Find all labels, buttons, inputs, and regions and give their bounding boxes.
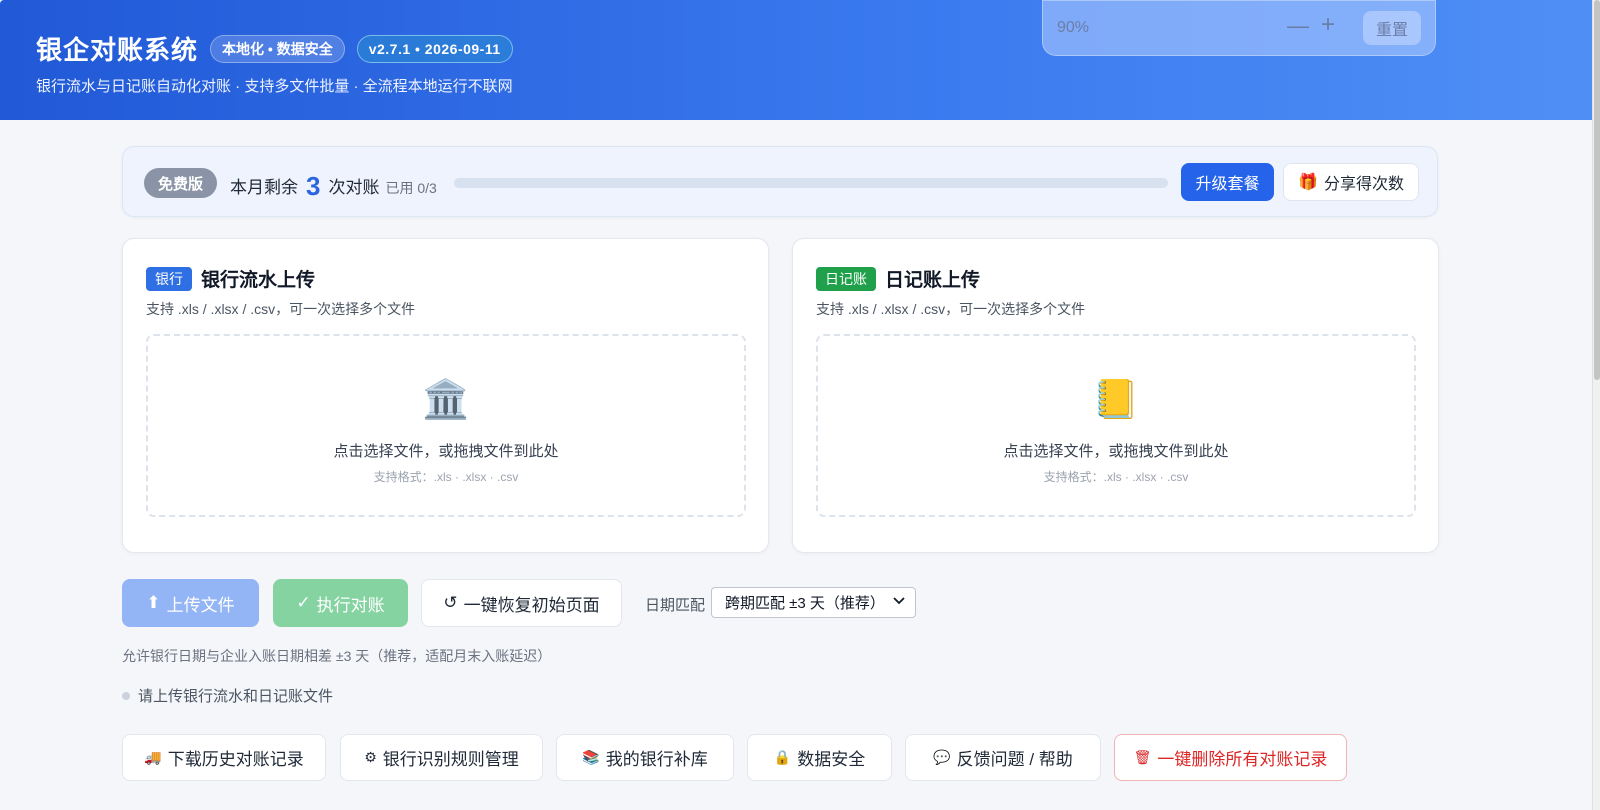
upgrade-plan-button[interactable]: 升级套餐 [1181, 163, 1274, 201]
bank-drop-text: 点击选择文件，或拖拽文件到此处 [333, 443, 559, 460]
journal-upload-card: 日记账 日记账上传 支持 .xls / .xlsx / .csv，可一次选择多个… [792, 238, 1439, 553]
speech-bubble-icon: 💬 [933, 749, 951, 765]
page-scrollbar[interactable] [1592, 0, 1600, 810]
bank-card-title: 银行流水上传 [201, 270, 316, 291]
zoom-level: 90% [1057, 19, 1090, 36]
upload-files-button[interactable]: ⬆ 上传文件 [122, 579, 259, 627]
date-match-selected: 跨期匹配 ±3 天（推荐） [725, 595, 885, 612]
title-row: 银企对账系统 本地化 • 数据安全 v2.7.1 • 2026-09-11 [36, 30, 513, 67]
share-for-credits-button[interactable]: 🎁 分享得次数 [1283, 163, 1419, 201]
bank-dropzone[interactable]: 🏛️ 点击选择文件，或拖拽文件到此处 支持格式：.xls · .xlsx · .… [146, 334, 746, 517]
plan-badge: 免费版 [144, 168, 218, 198]
refresh-icon: ↺ [443, 593, 458, 612]
bank-tag: 银行 [146, 266, 192, 291]
check-icon: ✓ [296, 593, 311, 612]
status-dot [122, 691, 130, 700]
version-badge: v2.7.1 • 2026-09-11 [356, 34, 513, 63]
data-security-label: 数据安全 [797, 750, 866, 769]
journal-card-subtitle: 支持 .xls / .xlsx / .csv，可一次选择多个文件 [816, 301, 1086, 317]
scrollbar-thumb[interactable] [1594, 0, 1600, 380]
bank-drop-hint: 支持格式：.xls · .xlsx · .csv [373, 470, 519, 484]
my-bank-library-button[interactable]: 📚 我的银行补库 [556, 734, 734, 781]
journal-drop-text: 点击选择文件，或拖拽文件到此处 [1003, 443, 1229, 460]
lock-icon: 🔒 [773, 749, 792, 765]
zoom-reset-button[interactable]: 重置 [1363, 11, 1421, 45]
journal-dropzone[interactable]: 📒 点击选择文件，或拖拽文件到此处 支持格式：.xls · .xlsx · .c… [816, 334, 1416, 517]
download-history-label: 下载历史对账记录 [167, 750, 304, 769]
quota-bar: 免费版 本月剩余 3 次对账 已用 0/3 升级套餐 🎁 分享得次数 [122, 146, 1438, 217]
chevron-down-icon [892, 593, 906, 610]
gift-icon: 🎁 [1298, 174, 1318, 191]
status-text: 请上传银行流水和日记账文件 [138, 688, 334, 705]
reset-label: 一键恢复初始页面 [463, 595, 600, 615]
local-security-badge: 本地化 • 数据安全 [210, 34, 345, 63]
feedback-help-label: 反馈问题 / 帮助 [956, 750, 1073, 769]
journal-card-header: 日记账 日记账上传 [816, 265, 980, 292]
delete-all-label: 一键删除所有对账记录 [1157, 750, 1328, 769]
quota-text: 本月剩余 3 次对账 已用 0/3 [230, 169, 437, 201]
quota-suffix: 次对账 [328, 178, 380, 197]
upload-arrow-icon: ⬆ [146, 593, 161, 612]
books-icon: 📚 [582, 749, 600, 765]
journal-drop-hint: 支持格式：.xls · .xlsx · .csv [1043, 470, 1189, 484]
app-title: 银企对账系统 [36, 35, 199, 65]
quota-progress-bar [454, 178, 1168, 188]
delete-all-records-button[interactable]: 🗑 一键删除所有对账记录 [1114, 734, 1347, 781]
bank-card-subtitle: 支持 .xls / .xlsx / .csv，可一次选择多个文件 [146, 301, 416, 317]
bank-building-icon: 🏛️ [422, 379, 470, 421]
run-label: 执行对账 [316, 595, 385, 615]
journal-card-title: 日记账上传 [885, 270, 981, 291]
my-bank-library-label: 我的银行补库 [605, 750, 708, 769]
notebook-icon: 📒 [1092, 379, 1140, 421]
reset-page-button[interactable]: ↺ 一键恢复初始页面 [421, 579, 622, 627]
app-header: 银企对账系统 本地化 • 数据安全 v2.7.1 • 2026-09-11 银行… [0, 0, 1592, 120]
journal-tag: 日记账 [816, 266, 876, 291]
truck-icon: 🚚 [144, 749, 162, 765]
upload-label: 上传文件 [166, 595, 235, 615]
trash-icon: 🗑 [1133, 749, 1152, 765]
gear-icon: ⚙ [364, 749, 377, 765]
quota-remaining: 3 [306, 171, 321, 201]
download-history-button[interactable]: 🚚 下载历史对账记录 [122, 734, 326, 781]
zoom-out-button[interactable]: — [1287, 13, 1309, 39]
bank-rules-label: 银行识别规则管理 [382, 750, 519, 769]
date-match-select[interactable]: 跨期匹配 ±3 天（推荐） [711, 587, 916, 618]
share-label: 分享得次数 [1323, 176, 1404, 193]
app-subtitle: 银行流水与日记账自动化对账 · 支持多文件批量 · 全流程本地运行不联网 [36, 78, 513, 95]
date-match-hint: 允许银行日期与企业入账日期相差 ±3 天（推荐，适配月末入账延迟） [122, 648, 552, 664]
bank-upload-card: 银行 银行流水上传 支持 .xls / .xlsx / .csv，可一次选择多个… [122, 238, 769, 553]
quota-used: 已用 0/3 [385, 180, 437, 196]
zoom-control: 90% — + 重置 [1042, 0, 1436, 56]
quota-prefix: 本月剩余 [230, 178, 298, 197]
zoom-in-button[interactable]: + [1321, 11, 1335, 39]
date-match-label: 日期匹配 [645, 597, 706, 614]
bank-card-header: 银行 银行流水上传 [146, 265, 315, 292]
feedback-help-button[interactable]: 💬 反馈问题 / 帮助 [905, 734, 1101, 781]
run-reconciliation-button[interactable]: ✓ 执行对账 [273, 579, 408, 627]
bank-rules-button[interactable]: ⚙ 银行识别规则管理 [340, 734, 543, 781]
status-message: 请上传银行流水和日记账文件 [122, 685, 333, 706]
data-security-button[interactable]: 🔒 数据安全 [747, 734, 892, 781]
